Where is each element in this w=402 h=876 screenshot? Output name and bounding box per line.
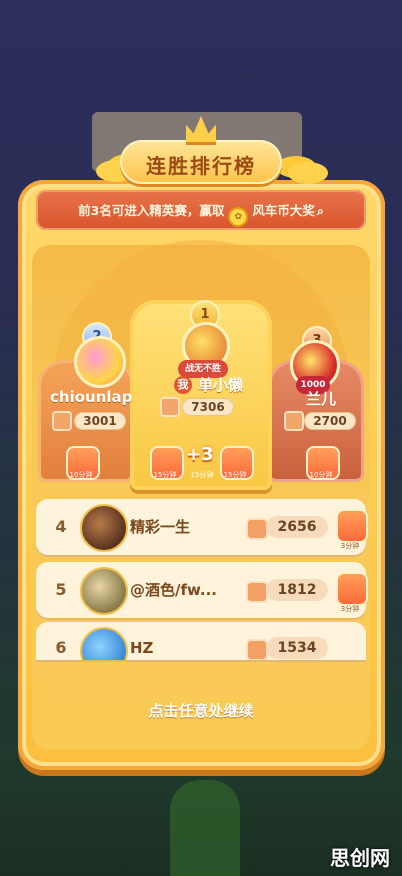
player-name-rank-3: 兰儿 <box>306 390 337 408</box>
list-item[interactable]: 4 精彩一生 2656 3分钟 <box>36 499 368 555</box>
row-player-name: HZ <box>130 639 154 657</box>
shield-icon <box>246 639 268 660</box>
reward-label-rank-1a: 15分钟 <box>153 471 177 479</box>
player-name-rank-2: chiounlap <box>50 388 133 406</box>
banner-text-after: 风车币大奖 <box>252 203 315 218</box>
row-reward-label: 3分钟 <box>340 542 360 550</box>
row-rank: 5 <box>55 580 67 599</box>
score-rank-2: 3001 <box>74 412 126 430</box>
row-rank: 4 <box>55 517 67 536</box>
row-player-name: @酒色/fw... <box>130 581 217 599</box>
row-rank: 6 <box>55 638 67 657</box>
bonus-plus-3: +3 <box>186 444 214 465</box>
tap-to-continue[interactable]: 点击任意处继续 <box>36 700 366 721</box>
page-title: 连胜排行榜 <box>146 154 256 178</box>
avatar[interactable] <box>80 627 128 660</box>
score-rank-1: 7306 <box>182 398 234 416</box>
banner-text-before: 前3名可进入精英赛，赢取 <box>78 203 225 218</box>
reward-label-rank-2: 10分钟 <box>69 471 93 479</box>
player-name-rank-1: 单小懒 <box>198 376 244 394</box>
reward-label-rank-1c: 15分钟 <box>223 471 247 479</box>
reward-label-rank-3: 10分钟 <box>309 471 333 479</box>
prize-banner-text[interactable]: 前3名可进入精英赛，赢取 ✿ 风车币大奖 ⌕ <box>36 200 366 227</box>
row-player-name: 精彩一生 <box>130 518 191 536</box>
shield-icon <box>284 411 304 431</box>
shield-icon <box>246 581 268 603</box>
avatar[interactable] <box>80 504 128 552</box>
list-item[interactable]: 6 HZ 1534 <box>36 622 366 660</box>
list-item[interactable]: 5 @酒色/fw... 1812 3分钟 <box>36 562 368 618</box>
shield-icon <box>246 518 268 540</box>
reward-label-rank-1b: 15分钟 <box>190 471 214 479</box>
coins-right-decoration <box>288 162 328 184</box>
shield-icon <box>52 411 72 431</box>
windmill-coin-icon: ✿ <box>228 207 249 227</box>
magnifier-icon[interactable]: ⌕ <box>317 203 324 218</box>
background-plant <box>170 780 240 876</box>
reward-peacock-icon <box>336 509 368 543</box>
avatar-rank-2[interactable] <box>74 336 126 388</box>
row-score: 1812 <box>266 579 328 601</box>
me-badge: 我 <box>174 376 192 394</box>
shield-icon <box>160 397 180 417</box>
row-reward-label: 3分钟 <box>340 605 360 613</box>
score-rank-3: 2700 <box>304 412 356 430</box>
row-score: 2656 <box>266 516 328 538</box>
avatar[interactable] <box>80 567 128 615</box>
reward-peacock-icon <box>336 572 368 606</box>
row-score: 1534 <box>266 637 328 659</box>
watermark: 思创网 <box>330 846 390 870</box>
